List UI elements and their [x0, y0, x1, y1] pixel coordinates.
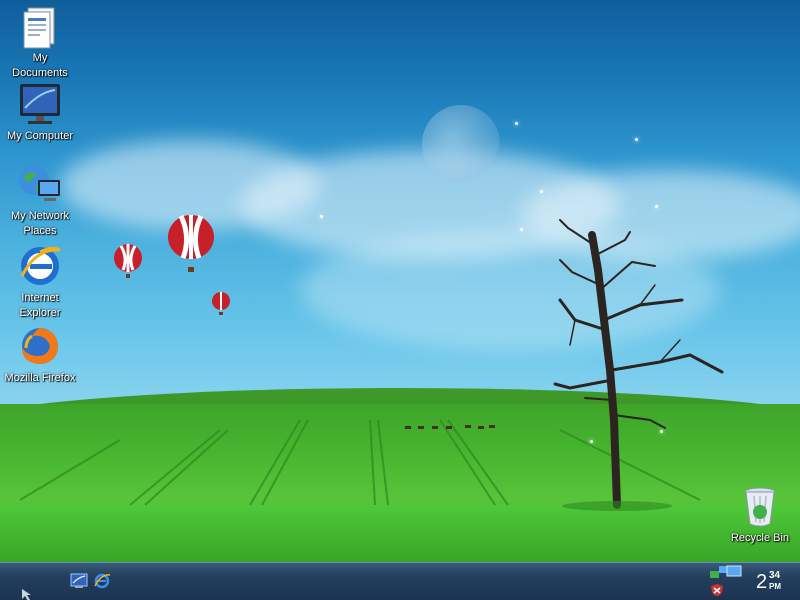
network-places-icon: [19, 165, 60, 201]
icon-label: My Network Places: [10, 210, 70, 237]
sparkle: [660, 430, 663, 433]
icon-label: My Computer: [6, 130, 74, 142]
sparkle: [320, 215, 323, 218]
sparkle: [515, 122, 518, 125]
taskbar: 2 34 PM: [0, 562, 800, 600]
sparkle: [590, 440, 593, 443]
desktop-icon-internet-explorer[interactable]: Internet Explorer: [0, 242, 80, 321]
icon-label: Recycle Bin: [730, 532, 790, 544]
clock-minute[interactable]: 34: [769, 570, 780, 581]
desktop-icon-recycle-bin[interactable]: Recycle Bin: [720, 482, 800, 546]
recycle-bin-icon: [744, 487, 776, 527]
hot-air-balloon: [114, 244, 142, 278]
security-shield-icon[interactable]: [710, 583, 724, 597]
desktop-icon-my-documents[interactable]: My Documents: [0, 2, 80, 81]
start-arrow-icon: [22, 589, 31, 600]
monitor-icon[interactable]: [726, 565, 742, 579]
desktop-icon-my-computer[interactable]: My Computer: [0, 80, 80, 144]
desktop[interactable]: My Documents My Computer My Network Plac…: [0, 0, 800, 562]
desktop-icon-mozilla-firefox[interactable]: Mozilla Firefox: [0, 322, 80, 386]
sparkle: [520, 228, 523, 231]
clock-hour[interactable]: 2: [756, 571, 767, 594]
start-button[interactable]: [8, 575, 38, 600]
sparkle: [540, 190, 543, 193]
bare-tree: [553, 219, 724, 509]
my-documents-icon: [23, 7, 55, 49]
wallpaper-scene: [19, 214, 724, 511]
hot-air-balloon: [168, 214, 214, 272]
desktop-icon-network-places[interactable]: My Network Places: [0, 160, 80, 239]
icon-label: Internet Explorer: [19, 292, 61, 319]
sparkle: [655, 205, 658, 208]
quick-launch-internet-explorer[interactable]: [93, 572, 111, 590]
icon-label: My Documents: [12, 52, 68, 79]
internet-explorer-icon: [94, 573, 111, 589]
icon-label: Mozilla Firefox: [4, 372, 76, 384]
internet-explorer-icon: [20, 246, 61, 285]
hot-air-balloon: [212, 292, 230, 315]
sparkle: [635, 138, 638, 141]
quick-launch-show-desktop[interactable]: [70, 572, 88, 590]
show-desktop-icon: [70, 573, 88, 588]
clock-ampm[interactable]: PM: [769, 582, 781, 591]
system-tray: [700, 563, 800, 600]
firefox-icon: [22, 328, 58, 364]
my-computer-icon: [20, 84, 60, 124]
